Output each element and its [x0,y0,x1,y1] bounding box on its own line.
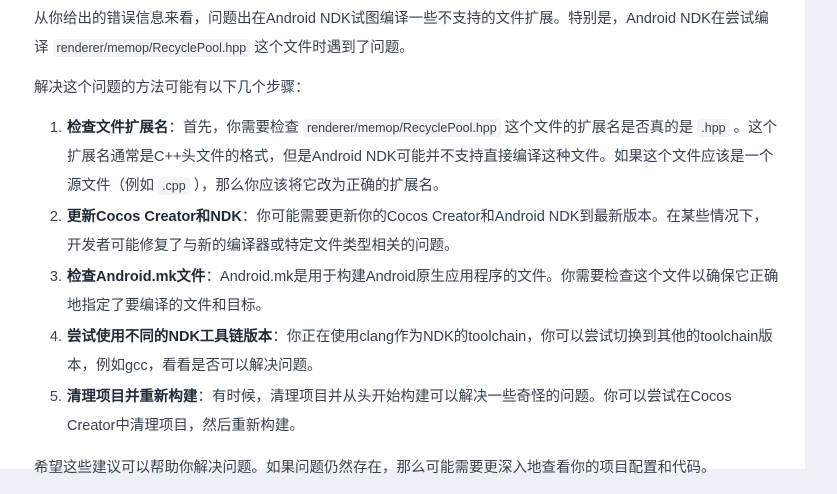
step-text: 这个文件的扩展名是否真的是 [504,120,694,136]
step-item: 更新Cocos Creator和NDK：你可能需要更新你的Cocos Creat… [66,203,779,261]
step-title: 更新Cocos Creator和NDK [67,209,242,225]
inline-code: renderer/memop/RecyclePool.hpp [52,39,251,57]
step-item: 尝试使用不同的NDK工具链版本：你正在使用clang作为NDK的toolchai… [66,323,779,381]
step-title: 检查文件扩展名 [67,120,169,136]
step-item: 检查Android.mk文件：Android.mk是用于构建Android原生应… [66,263,779,321]
intro-text: 这个文件时遇到了问题。 [254,40,414,56]
inline-code: renderer/memop/RecyclePool.hpp [303,119,501,137]
step-text: ），那么你应该将它改为正确的扩展名。 [193,178,448,194]
step-title: 尝试使用不同的NDK工具链版本 [67,329,273,345]
inline-code: .hpp [697,119,730,137]
intro-paragraph: 从你给出的错误信息来看，问题出在Android NDK试图编译一些不支持的文件扩… [34,5,779,63]
step-title: 检查Android.mk文件 [67,269,206,285]
steps-intro: 解决这个问题的方法可能有以下几个步骤： [34,80,310,96]
response-content: 从你给出的错误信息来看，问题出在Android NDK试图编译一些不支持的文件扩… [34,5,779,494]
step-item: 检查文件扩展名：首先，你需要检查 renderer/memop/RecycleP… [66,114,779,201]
steps-list: 检查文件扩展名：首先，你需要检查 renderer/memop/RecycleP… [34,114,779,441]
step-title: 清理项目并重新构建 [67,389,198,405]
step-text: ：首先，你需要检查 [168,120,300,136]
chat-response-card: 从你给出的错误信息来看，问题出在Android NDK试图编译一些不支持的文件扩… [0,0,805,476]
inline-code: .cpp [158,177,190,195]
step-item: 清理项目并重新构建：有时候，清理项目并从头开始构建可以解决一些奇怪的问题。你可以… [66,383,779,441]
